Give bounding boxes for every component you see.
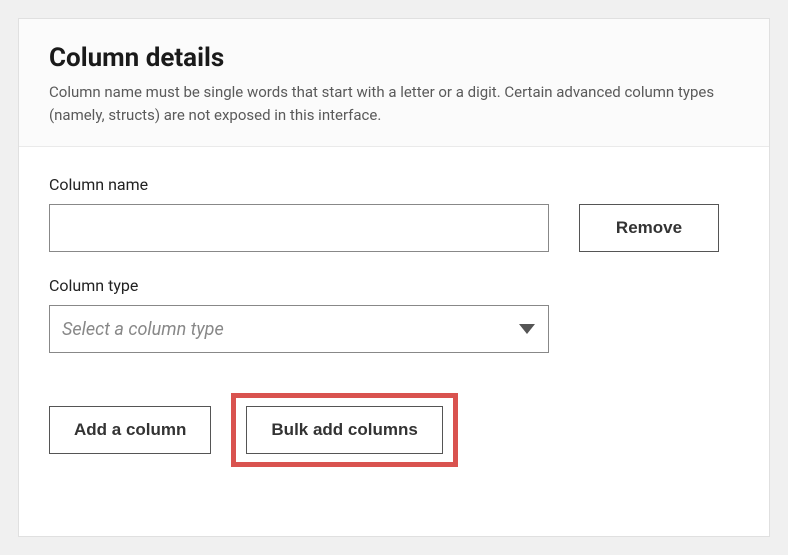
remove-button[interactable]: Remove [579,204,719,252]
panel-header: Column details Column name must be singl… [19,19,769,147]
column-type-label: Column type [49,276,549,295]
panel-title: Column details [49,43,739,73]
column-type-group: Column type Select a column type [49,276,549,353]
highlight-box: Bulk add columns [231,393,457,467]
column-type-select-wrap: Select a column type [49,305,549,353]
column-name-row: Column name Remove [49,175,739,252]
column-name-group: Column name [49,175,549,252]
bulk-add-columns-button[interactable]: Bulk add columns [246,406,442,454]
panel-description: Column name must be single words that st… [49,81,739,126]
column-type-select[interactable]: Select a column type [49,305,549,353]
add-column-button[interactable]: Add a column [49,406,211,454]
actions-row: Add a column Bulk add columns [49,393,739,467]
column-name-input[interactable] [49,204,549,252]
column-name-label: Column name [49,175,549,194]
column-details-panel: Column details Column name must be singl… [18,18,770,537]
panel-body: Column name Remove Column type Select a … [19,147,769,536]
column-type-placeholder: Select a column type [62,319,224,340]
